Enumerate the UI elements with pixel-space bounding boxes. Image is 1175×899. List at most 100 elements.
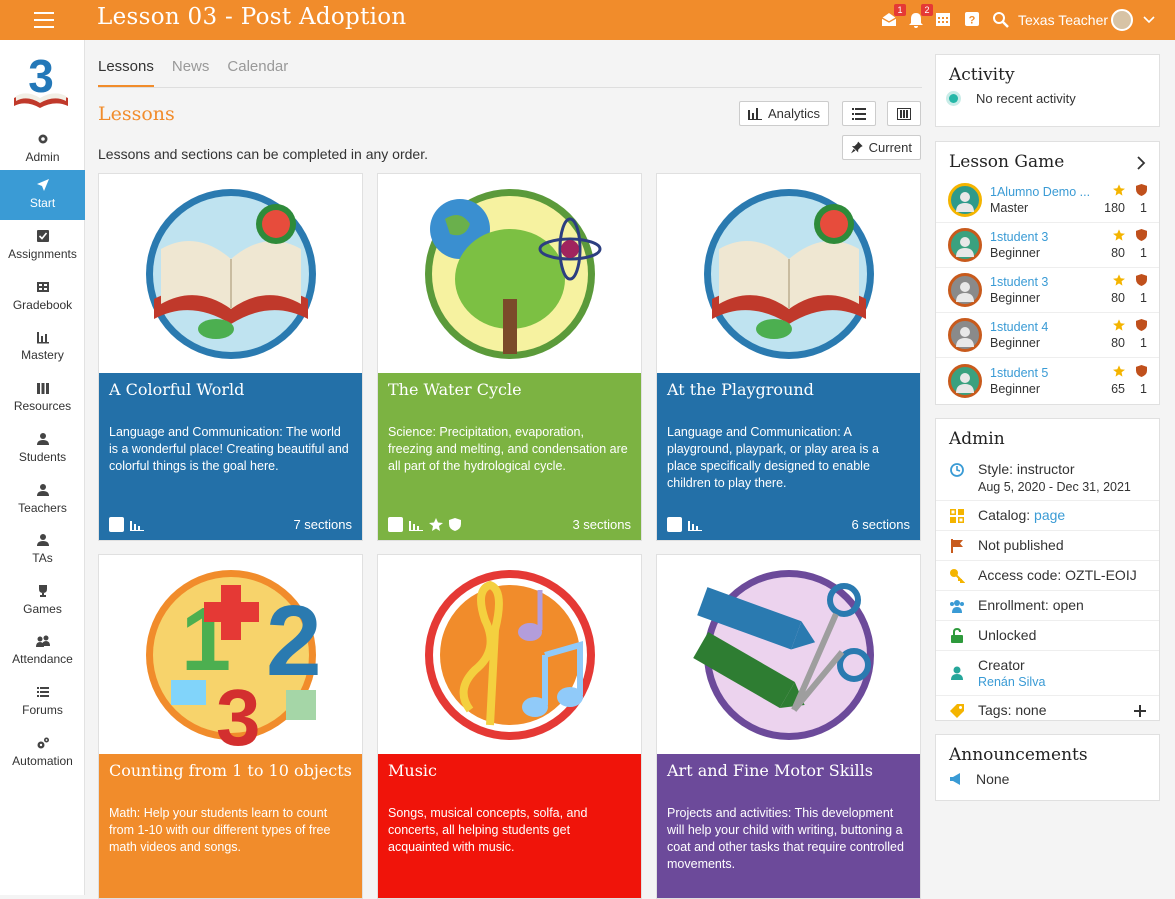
sidebar-item-label: Students bbox=[18, 450, 67, 464]
chevron-right-icon[interactable] bbox=[1136, 156, 1146, 170]
player-badges: 1 bbox=[1140, 246, 1147, 260]
admin-unlocked-row: Unlocked bbox=[936, 621, 1159, 651]
user-name[interactable]: Texas Teacher bbox=[1018, 12, 1108, 28]
admin-access-row: Access code: OZTL-EOIJ bbox=[936, 561, 1159, 591]
star-icon bbox=[1113, 319, 1125, 331]
tag-icon bbox=[950, 704, 964, 718]
gear-icon bbox=[38, 134, 47, 144]
bar-chart-icon[interactable] bbox=[688, 519, 702, 531]
sidebar-item-start[interactable]: Start bbox=[0, 170, 85, 220]
menu-icon[interactable] bbox=[34, 12, 54, 28]
sidebar-item-tas[interactable]: TAs bbox=[0, 525, 85, 575]
shield-icon bbox=[1136, 184, 1147, 196]
sidebar-item-students[interactable]: Students bbox=[0, 424, 85, 474]
announcements-panel: Announcements None bbox=[935, 734, 1160, 801]
card-body: Art and Fine Motor Skills Projects and a… bbox=[657, 754, 920, 898]
sidebar-item-attendance[interactable]: Attendance bbox=[0, 626, 85, 676]
tab-calendar[interactable]: Calendar bbox=[227, 58, 288, 88]
sections-count: 7 sections bbox=[293, 517, 352, 532]
sidebar-item-label: Attendance bbox=[12, 652, 73, 666]
activity-text: No recent activity bbox=[976, 91, 1076, 106]
avatar bbox=[948, 228, 982, 262]
player-name[interactable]: 1student 4 bbox=[990, 319, 1095, 335]
lesson-game-header[interactable]: Lesson Game bbox=[936, 142, 1159, 178]
lesson-card[interactable]: 1 2 3 Counting from 1 to 10 objects Math… bbox=[98, 554, 363, 899]
player-name[interactable]: 1student 5 bbox=[990, 365, 1095, 381]
lesson-card[interactable]: Art and Fine Motor Skills Projects and a… bbox=[656, 554, 921, 899]
sidebar-item-admin[interactable]: Admin bbox=[0, 124, 85, 174]
sidebar-item-assignments[interactable]: Assignments bbox=[0, 221, 85, 271]
list-view-button[interactable] bbox=[842, 101, 876, 126]
bar-chart-icon[interactable] bbox=[409, 519, 423, 531]
help-icon[interactable]: ? bbox=[964, 11, 982, 29]
sidebar-item-teachers[interactable]: Teachers bbox=[0, 475, 85, 525]
sections-count: 3 sections bbox=[572, 517, 631, 532]
notifications-icon[interactable]: 1 bbox=[880, 4, 906, 29]
sidebar-item-forums[interactable]: Forums bbox=[0, 677, 85, 727]
lesson-card[interactable]: A Colorful World Language and Communicat… bbox=[98, 173, 363, 541]
admin-tags-row: Tags: none bbox=[936, 696, 1159, 725]
user-avatar[interactable] bbox=[1111, 9, 1133, 31]
lesson-card[interactable]: Music Songs, musical concepts, solfa, an… bbox=[377, 554, 642, 899]
lesson-card[interactable]: The Water Cycle Science: Precipitation, … bbox=[377, 173, 642, 541]
page-title: Lesson 03 - Post Adoption bbox=[97, 4, 407, 30]
star-icon bbox=[1113, 229, 1125, 241]
shield-icon[interactable] bbox=[449, 518, 461, 531]
bar-chart-icon bbox=[748, 108, 762, 120]
card-checkbox[interactable] bbox=[667, 517, 682, 532]
analytics-button[interactable]: Analytics bbox=[739, 101, 830, 126]
sidebar-item-games[interactable]: Games bbox=[0, 576, 85, 626]
catalog-icon bbox=[950, 509, 964, 523]
chevron-down-icon[interactable] bbox=[1143, 13, 1161, 31]
sidebar-item-label: Start bbox=[29, 196, 56, 210]
lesson-image-tree bbox=[378, 174, 641, 373]
bar-chart-icon[interactable] bbox=[130, 519, 144, 531]
search-icon[interactable] bbox=[992, 11, 1010, 29]
teacher-icon bbox=[36, 484, 49, 496]
admin-published: Not published bbox=[978, 537, 1064, 553]
leaderboard-row[interactable]: 1student 4 Beginner 80 1 bbox=[936, 313, 1159, 358]
player-level: Beginner bbox=[990, 336, 1041, 350]
player-points: 180 bbox=[1104, 201, 1125, 215]
sidebar-item-mastery[interactable]: Mastery bbox=[0, 322, 85, 372]
player-name[interactable]: 1student 3 bbox=[990, 274, 1095, 290]
main-content: Lessons News Calendar Lessons Analytics … bbox=[85, 40, 930, 899]
logo[interactable]: 3 bbox=[11, 48, 71, 112]
tab-lessons[interactable]: Lessons bbox=[98, 58, 154, 88]
sidebar-item-automation[interactable]: Automation bbox=[0, 728, 85, 778]
plus-icon[interactable] bbox=[1134, 705, 1146, 717]
avatar bbox=[948, 183, 982, 217]
sidebar-item-gradebook[interactable]: Gradebook bbox=[0, 272, 85, 322]
leaderboard-row[interactable]: 1student 3 Beginner 80 1 bbox=[936, 268, 1159, 313]
avatar bbox=[948, 363, 982, 398]
svg-text:2: 2 bbox=[266, 585, 322, 697]
player-name[interactable]: 1Alumno Demo ... bbox=[990, 184, 1095, 200]
admin-enrollment-row: Enrollment: open bbox=[936, 591, 1159, 621]
catalog-link[interactable]: page bbox=[1034, 507, 1065, 523]
lesson-card[interactable]: At the Playground Language and Communica… bbox=[656, 173, 921, 541]
leaderboard-row[interactable]: 1student 3 Beginner 80 1 bbox=[936, 223, 1159, 268]
user-icon bbox=[36, 433, 49, 445]
shield-icon bbox=[1136, 229, 1147, 241]
player-name[interactable]: 1student 3 bbox=[990, 229, 1095, 245]
status-dot-icon bbox=[949, 94, 958, 103]
leaderboard-row[interactable]: 1Alumno Demo ... Master 180 1 bbox=[936, 178, 1159, 223]
admin-published-row: Not published bbox=[936, 531, 1159, 561]
calendar-icon[interactable] bbox=[935, 11, 953, 29]
bar-chart-icon bbox=[36, 332, 49, 344]
card-checkbox[interactable] bbox=[109, 517, 124, 532]
grid-view-button[interactable] bbox=[887, 101, 921, 126]
bell-icon[interactable]: 2 bbox=[907, 4, 933, 29]
card-title: The Water Cycle bbox=[388, 380, 522, 399]
card-checkbox[interactable] bbox=[388, 517, 403, 532]
sidebar: 3 Admin Start Assignments Gradebook Mast… bbox=[0, 40, 85, 895]
leaderboard-row[interactable]: 1student 5 Beginner 65 1 bbox=[936, 358, 1159, 403]
unlock-icon bbox=[951, 628, 963, 643]
analytics-label: Analytics bbox=[768, 106, 821, 121]
sidebar-item-resources[interactable]: Resources bbox=[0, 373, 85, 423]
star-icon[interactable] bbox=[429, 518, 443, 531]
current-button[interactable]: Current bbox=[842, 135, 921, 160]
creator-link[interactable]: Renán Silva bbox=[978, 675, 1045, 689]
card-description: Projects and activities: This developmen… bbox=[667, 806, 904, 871]
tab-news[interactable]: News bbox=[172, 58, 210, 88]
